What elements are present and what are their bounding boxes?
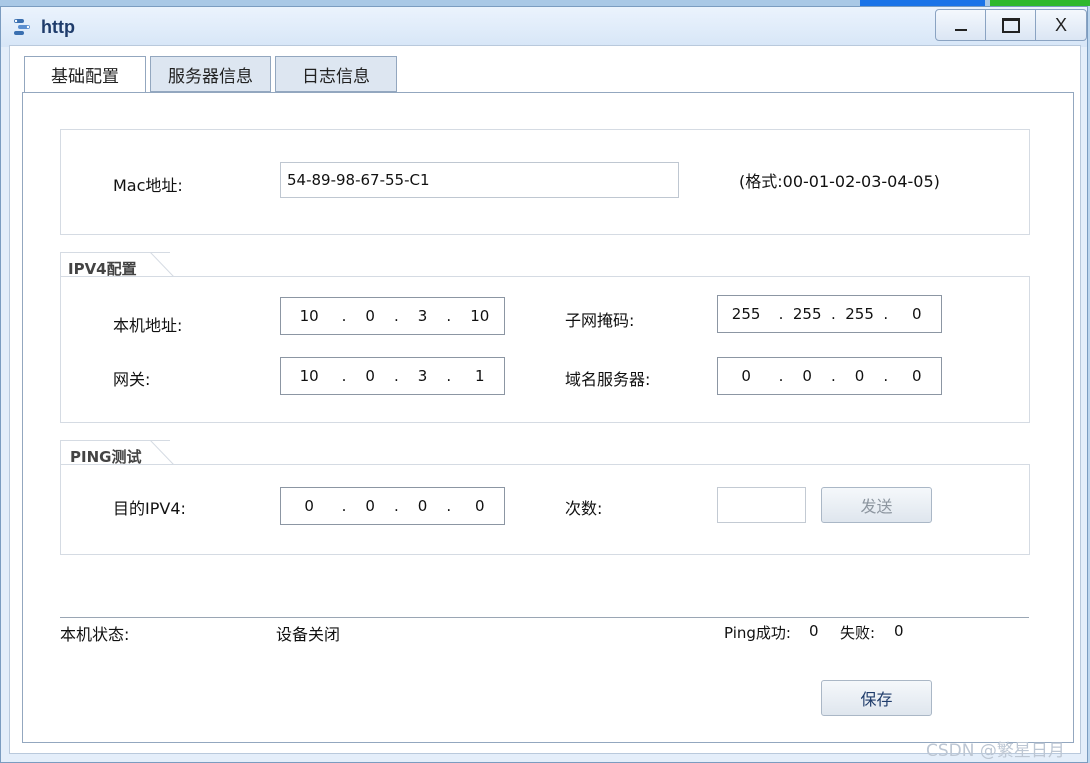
ping-success-count: 0 [809, 622, 819, 640]
ping-target-octet-3[interactable]: 0 [403, 497, 442, 515]
ip-dot: . [883, 305, 889, 323]
status-label: 本机状态: [60, 625, 130, 644]
local-ip-octet-3[interactable]: 3 [403, 307, 442, 325]
ip-dot: . [883, 367, 889, 385]
server-app-icon [14, 19, 30, 35]
local-ip-octet-4[interactable]: 10 [456, 307, 504, 325]
dns-input[interactable]: 0. 0. 0. 0 [717, 357, 942, 395]
subnet-mask-octet-4[interactable]: 0 [893, 305, 941, 323]
ping-count-input[interactable] [717, 487, 806, 523]
ip-dot: . [830, 367, 836, 385]
maximize-button[interactable] [986, 10, 1036, 40]
ping-target-octet-2[interactable]: 0 [351, 497, 390, 515]
ipv4-legend-tab-slope [150, 252, 175, 278]
close-button[interactable]: X [1036, 10, 1086, 40]
gateway-label: 网关: [113, 370, 151, 389]
mac-format-hint: (格式:00-01-02-03-04-05) [739, 172, 940, 191]
dns-octet-3[interactable]: 0 [840, 367, 879, 385]
mac-label: Mac地址: [113, 176, 183, 195]
ip-dot: . [341, 497, 347, 515]
dns-label: 域名服务器: [565, 370, 651, 389]
minimize-button[interactable] [936, 10, 986, 40]
dns-octet-4[interactable]: 0 [893, 367, 941, 385]
subnet-mask-input[interactable]: 255. 255. 255. 0 [717, 295, 942, 333]
local-ip-label: 本机地址: [113, 316, 183, 335]
ping-target-octet-1[interactable]: 0 [281, 497, 337, 515]
ip-dot: . [830, 305, 836, 323]
save-button[interactable]: 保存 [821, 680, 932, 716]
ping-fail-count: 0 [894, 622, 904, 640]
gateway-octet-4[interactable]: 1 [456, 367, 504, 385]
tab-basic-config[interactable]: 基础配置 [24, 56, 146, 93]
ping-legend: PING测试 [70, 448, 142, 466]
local-ip-octet-2[interactable]: 0 [351, 307, 390, 325]
ping-count-label: 次数: [565, 499, 603, 518]
dns-octet-2[interactable]: 0 [788, 367, 827, 385]
maximize-icon [1001, 17, 1020, 33]
mac-address-input[interactable]: 54-89-98-67-55-C1 [280, 162, 679, 198]
ip-dot: . [778, 367, 784, 385]
ip-dot: . [341, 367, 347, 385]
status-value: 设备关闭 [276, 625, 341, 644]
ping-success-label: Ping成功: [724, 624, 791, 642]
csdn-watermark: CSDN @繁星日月 [926, 741, 1065, 761]
ping-target-label: 目的IPV4: [113, 499, 186, 518]
ip-dot: . [341, 307, 347, 325]
subnet-mask-octet-2[interactable]: 255 [788, 305, 827, 323]
local-ip-octet-1[interactable]: 10 [281, 307, 337, 325]
ping-target-ip-input[interactable]: 0. 0. 0. 0 [280, 487, 505, 525]
title-bar[interactable]: http X [1, 7, 1087, 47]
dns-octet-1[interactable]: 0 [718, 367, 774, 385]
subnet-mask-octet-3[interactable]: 255 [840, 305, 879, 323]
ip-dot: . [393, 367, 399, 385]
ip-dot: . [446, 307, 452, 325]
ip-dot: . [446, 497, 452, 515]
minimize-icon [954, 29, 967, 31]
gateway-input[interactable]: 10. 0. 3. 1 [280, 357, 505, 395]
tab-server-info[interactable]: 服务器信息 [150, 56, 271, 92]
tab-log-info[interactable]: 日志信息 [275, 56, 397, 92]
ping-target-octet-4[interactable]: 0 [456, 497, 504, 515]
ip-dot: . [393, 307, 399, 325]
ip-dot: . [778, 305, 784, 323]
ipv4-legend: IPV4配置 [68, 260, 137, 278]
close-icon: X [1054, 14, 1067, 35]
gateway-octet-1[interactable]: 10 [281, 367, 337, 385]
window-title: http [41, 17, 75, 37]
ping-fail-label: 失败: [840, 624, 876, 642]
status-divider [60, 617, 1029, 618]
subnet-mask-octet-1[interactable]: 255 [718, 305, 774, 323]
gateway-octet-3[interactable]: 3 [403, 367, 442, 385]
gateway-octet-2[interactable]: 0 [351, 367, 390, 385]
local-ip-input[interactable]: 10. 0. 3. 10 [280, 297, 505, 335]
window-controls: X [935, 9, 1087, 41]
send-button[interactable]: 发送 [821, 487, 932, 523]
ping-legend-tab-slope [150, 440, 175, 466]
subnet-mask-label: 子网掩码: [565, 311, 635, 330]
ip-dot: . [393, 497, 399, 515]
ip-dot: . [446, 367, 452, 385]
